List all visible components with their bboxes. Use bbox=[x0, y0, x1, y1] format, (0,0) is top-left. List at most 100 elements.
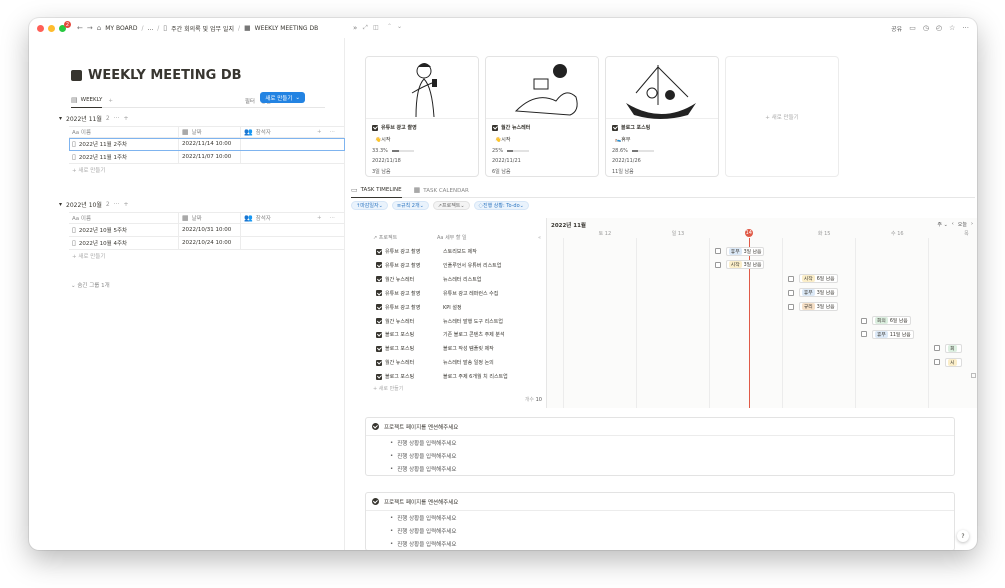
offscreen-marker[interactable] bbox=[971, 373, 976, 379]
task-checkbox[interactable] bbox=[714, 248, 721, 254]
comment-icon[interactable]: ▭ bbox=[909, 24, 916, 32]
chevron-down-icon[interactable]: ⌄ bbox=[295, 95, 300, 101]
table-row[interactable]: ▯ 2022년 11월 1주차 2022/11/07 10:00 bbox=[69, 151, 345, 164]
filter-chip-status[interactable]: ◌ 진행 상황: To-do ⌄ bbox=[473, 201, 529, 210]
section-title[interactable]: 프로젝트 페이지를 멘션해주세요 bbox=[384, 423, 458, 431]
today-button[interactable]: 오늘 bbox=[958, 221, 967, 228]
gallery-new-card[interactable]: + 새로 만들기 bbox=[725, 56, 839, 177]
list-item[interactable]: 진행 상황을 입력해주세요 bbox=[366, 436, 954, 449]
add-row-button[interactable]: + 새로 만들기 bbox=[69, 250, 345, 262]
timeline-row[interactable]: 유튜브 광고 촬영 인플루언서 유튜버 리스트업 bbox=[351, 259, 547, 272]
collapse-icon[interactable]: « bbox=[538, 235, 541, 241]
gallery-card[interactable]: 월간 뉴스레터 👋시작 25% 2022/11/21 6일 남음 bbox=[485, 56, 599, 177]
col-project[interactable]: ↗ 프로젝트 bbox=[373, 234, 437, 241]
column-more-icon[interactable]: ··· bbox=[330, 215, 335, 221]
more-icon[interactable]: ··· bbox=[962, 24, 969, 32]
list-item[interactable]: 진행 상황을 입력해주세요 bbox=[366, 462, 954, 475]
timeline-add-row[interactable]: + 새로 만들기 bbox=[351, 382, 547, 395]
group-header-oct[interactable]: ▾ 2022년 10월 2 ··· + bbox=[59, 200, 128, 209]
share-button[interactable]: 공유 bbox=[891, 24, 902, 33]
toggle-caret-icon[interactable]: ▾ bbox=[59, 201, 62, 208]
new-button[interactable]: 새로 만들기 ⌄ bbox=[260, 92, 305, 103]
crumb-my-board[interactable]: MY BOARD bbox=[105, 25, 137, 32]
timeline-row[interactable]: 블로그 포스팅 기존 블로그 콘텐츠 주제 분석 bbox=[351, 328, 547, 341]
timeline-bar[interactable]: 휴무 3일 남음 bbox=[798, 288, 838, 298]
timeline-row[interactable]: 유튜브 광고 촬영 유튜브 광고 레퍼런스 수집 bbox=[351, 287, 547, 300]
col-name[interactable]: Aa 이름 bbox=[69, 213, 179, 223]
clock-icon[interactable]: ◷ bbox=[923, 24, 929, 32]
timeline-bar[interactable]: 휴무 11일 남음 bbox=[872, 329, 914, 339]
timeline-bar[interactable]: 규리 3일 남음 bbox=[798, 302, 838, 312]
expand-icon[interactable]: ⤢ bbox=[363, 24, 368, 32]
list-item[interactable]: 진행 상황을 입력해주세요 bbox=[366, 511, 954, 524]
crumb-ellipsis[interactable]: ... bbox=[148, 25, 154, 32]
prev-icon[interactable]: ‹ bbox=[952, 221, 954, 228]
hidden-groups-toggle[interactable]: ⌄ 숨긴 그룹 1개 bbox=[71, 281, 110, 289]
close-window-button[interactable] bbox=[37, 25, 44, 32]
chevron-up-icon[interactable]: ⌃ bbox=[387, 23, 392, 30]
add-view-icon[interactable]: + bbox=[108, 98, 113, 104]
split-view-icon[interactable]: ◫ bbox=[373, 24, 379, 31]
crumb-weekly-db[interactable]: WEEKLY MEETING DB bbox=[255, 25, 319, 32]
crumb-weekly-log[interactable]: 주간 회의록 및 업무 일지 bbox=[171, 24, 234, 33]
gallery-card[interactable]: 유튜브 광고 촬영 👋시작 33.3% 2022/11/18 3일 남음 bbox=[365, 56, 479, 177]
table-row[interactable]: ▯ 2022년 10월 4주차 2022/10/24 10:00 bbox=[69, 237, 345, 250]
table-row[interactable]: ▯ 2022년 10월 5주차 2022/10/31 10:00 bbox=[69, 224, 345, 237]
section-title[interactable]: 프로젝트 페이지를 멘션해주세요 bbox=[384, 498, 458, 506]
list-item[interactable]: 진행 상황을 입력해주세요 bbox=[366, 449, 954, 462]
col-name[interactable]: Aa 이름 bbox=[69, 127, 179, 137]
filter-chip-deadline[interactable]: ↑ 마감일자 ⌄ bbox=[351, 201, 388, 210]
view-tab-weekly[interactable]: ▤ WEEKLY bbox=[71, 94, 103, 108]
list-item[interactable]: 진행 상황을 입력해주세요 bbox=[366, 537, 954, 550]
gallery-card[interactable]: 블로그 포스팅 🛌휴무 28.6% 2022/11/26 11일 남음 bbox=[605, 56, 719, 177]
task-checkbox[interactable] bbox=[787, 303, 794, 310]
timeline-bar[interactable]: 시작 6일 남음 bbox=[798, 274, 838, 284]
task-checkbox[interactable] bbox=[787, 275, 794, 282]
task-checkbox[interactable] bbox=[934, 345, 941, 352]
collapse-panel-icon[interactable]: » bbox=[353, 24, 357, 32]
next-icon[interactable]: › bbox=[971, 221, 973, 228]
tab-task-calendar[interactable]: ▦ TASK CALENDAR bbox=[414, 187, 469, 194]
toggle-caret-icon[interactable]: ▾ bbox=[59, 115, 62, 122]
star-icon[interactable]: ☆ bbox=[949, 24, 955, 32]
add-column-icon[interactable]: + bbox=[317, 215, 322, 221]
help-button[interactable]: ? bbox=[957, 530, 969, 542]
tab-task-timeline[interactable]: ▭ TASK TIMELINE bbox=[351, 184, 402, 198]
column-more-icon[interactable]: ··· bbox=[330, 129, 335, 135]
chevron-down-icon[interactable]: ⌄ bbox=[397, 23, 402, 30]
back-arrow-icon[interactable]: ← bbox=[77, 24, 83, 32]
group-add-icon[interactable]: + bbox=[123, 201, 128, 208]
forward-arrow-icon[interactable]: → bbox=[87, 24, 93, 32]
group-header-nov[interactable]: ▾ 2022년 11월 2 ··· + bbox=[59, 114, 128, 123]
filter-button[interactable]: 필터 bbox=[245, 97, 255, 105]
table-row[interactable]: ▯ 2022년 11월 2주차 2022/11/14 10:00 bbox=[69, 138, 345, 151]
timeline-bar[interactable]: 회의 6일 남음 bbox=[872, 316, 911, 325]
add-row-button[interactable]: + 새로 만들기 bbox=[69, 164, 345, 176]
col-attendee[interactable]: 👥 참석자 bbox=[241, 213, 311, 223]
task-checkbox[interactable] bbox=[787, 289, 794, 296]
timeline-row[interactable]: 월간 뉴스레터 뉴스레터 리스트업 bbox=[351, 273, 547, 286]
timeline-bar[interactable]: 시 bbox=[945, 357, 962, 367]
filter-chip-project[interactable]: ↗ 프로젝트 ⌄ bbox=[432, 201, 470, 210]
group-more-icon[interactable]: ··· bbox=[114, 115, 120, 122]
timeline-row[interactable]: 유튜브 광고 촬영 스토리보드 제작 bbox=[351, 245, 547, 258]
zoom-unit-select[interactable]: 주 ⌄ bbox=[937, 221, 947, 228]
timeline-row[interactable]: 블로그 포스팅 블로그 작성 템플릿 제작 bbox=[351, 342, 547, 355]
minimize-window-button[interactable] bbox=[48, 25, 55, 32]
timeline-row[interactable]: 유튜브 광고 촬영 KPI 설정 bbox=[351, 301, 547, 314]
timeline-bar[interactable]: 시작 3일 남음 bbox=[725, 260, 765, 270]
col-date[interactable]: ▦ 날짜 bbox=[179, 127, 241, 137]
timeline-bar[interactable]: 휴무 3일 남음 bbox=[725, 246, 765, 256]
task-checkbox[interactable] bbox=[861, 317, 867, 324]
filter-chip-rules[interactable]: ≡ 규칙 2개 ⌄ bbox=[391, 201, 429, 210]
col-task[interactable]: Aa 세부 할 일 bbox=[437, 234, 467, 241]
timeline-row[interactable]: 월간 뉴스레터 뉴스레터 발송 일정 논의 bbox=[351, 356, 547, 369]
timeline-bar[interactable]: 회 bbox=[945, 343, 962, 353]
group-more-icon[interactable]: ··· bbox=[114, 201, 120, 208]
add-column-icon[interactable]: + bbox=[317, 129, 322, 135]
task-checkbox[interactable] bbox=[934, 359, 941, 366]
task-checkbox[interactable] bbox=[861, 331, 867, 338]
group-add-icon[interactable]: + bbox=[123, 115, 128, 122]
list-item[interactable]: 진행 상황을 입력해주세요 bbox=[366, 524, 954, 537]
task-checkbox[interactable] bbox=[714, 261, 721, 268]
